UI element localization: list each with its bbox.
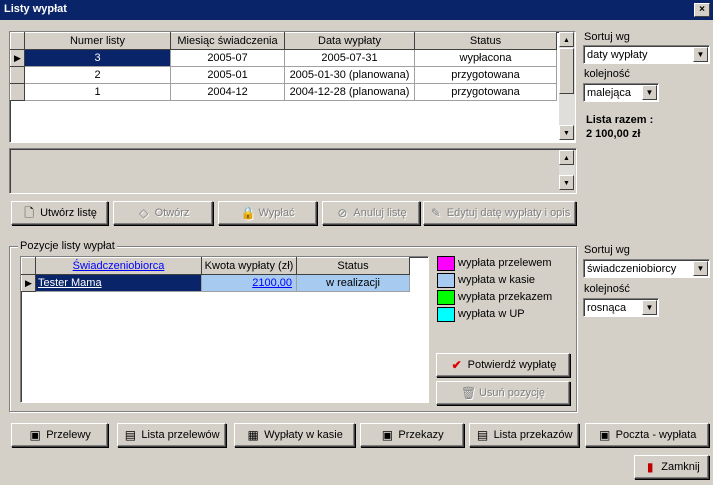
legend-swatch-money-order [437, 290, 455, 305]
cell-list-number[interactable]: 3 [24, 49, 171, 67]
list-icon: ▤ [476, 428, 489, 442]
col-header-list-number[interactable]: Numer listy [24, 32, 171, 50]
sort-label: Sortuj wg [584, 244, 630, 256]
legend-label: wypłata przelewem [458, 257, 552, 269]
scroll-down-icon[interactable]: ▼ [559, 175, 574, 190]
transfer-list-button[interactable]: ▤ Lista przelewów [117, 423, 226, 447]
post-payment-button[interactable]: ▣ Poczta - wypłata [585, 423, 709, 447]
checkmark-icon: ✔ [451, 358, 462, 372]
legend-label: wypłata przekazem [458, 291, 553, 303]
chevron-down-icon[interactable]: ▼ [642, 300, 657, 315]
open-icon: ◇ [138, 206, 149, 220]
order-label: kolejność [584, 283, 630, 295]
cell-month[interactable]: 2005-01 [170, 66, 285, 84]
payroll-lists-grid[interactable]: Numer listy Miesiąc świadczenia Data wyp… [9, 31, 576, 143]
trash-icon: 🗑 [460, 386, 477, 400]
total-label: Lista razem : [586, 114, 654, 126]
new-document-icon: 🗋 [24, 206, 34, 220]
window-title: Listy wypłat [4, 3, 67, 15]
monitor-icon: ▣ [29, 428, 41, 442]
pay-button[interactable]: 🔒 Wypłać [218, 201, 317, 225]
row-pointer-icon: ▶ [10, 49, 25, 67]
col-header-status[interactable]: Status [296, 257, 410, 275]
money-orders-button[interactable]: ▣ Przekazy [360, 423, 464, 447]
legend-swatch-cash [437, 273, 455, 288]
cell-list-number[interactable]: 1 [24, 83, 171, 101]
table-row[interactable]: ▶ Tester Mama 2100,00 w realizacji [21, 274, 410, 292]
positions-group-title: Pozycje listy wypłat [18, 240, 117, 252]
chevron-down-icon[interactable]: ▼ [693, 47, 708, 62]
cell-list-number[interactable]: 2 [24, 66, 171, 84]
scroll-thumb[interactable] [559, 48, 574, 94]
transfers-button[interactable]: ▣ Przelewy [11, 423, 108, 447]
cell-date[interactable]: 2004-12-28 (planowana) [284, 83, 415, 101]
close-button[interactable]: ▮ Zamknij [634, 455, 709, 479]
positions-order-select[interactable]: rosnąca ▼ [583, 298, 659, 317]
sort-label: Sortuj wg [584, 31, 630, 43]
legend-label: wypłata w UP [458, 308, 525, 320]
scroll-up-icon[interactable]: ▲ [559, 150, 574, 165]
scroll-up-icon[interactable]: ▲ [559, 32, 574, 47]
cell-month[interactable]: 2004-12 [170, 83, 285, 101]
cell-status[interactable]: przygotowana [414, 66, 557, 84]
legend-swatch-post-office [437, 307, 455, 322]
order-label: kolejność [584, 68, 630, 80]
positions-sort-select[interactable]: świadczeniobiorcy ▼ [583, 259, 710, 278]
col-header-beneficiary[interactable]: Świadczeniobiorca [35, 257, 202, 275]
money-order-list-button[interactable]: ▤ Lista przekazów [469, 423, 579, 447]
legend-swatch-transfer [437, 256, 455, 271]
confirm-payment-button[interactable]: ✔ Potwierdź wypłatę [436, 353, 570, 377]
cancel-icon: ⊘ [337, 206, 348, 220]
description-scrollbar[interactable]: ▲ ▼ [559, 150, 575, 190]
cell-beneficiary[interactable]: Tester Mama [35, 274, 202, 292]
table-row[interactable]: 2 2005-01 2005-01-30 (planowana) przygot… [10, 66, 557, 84]
cash-register-icon: ▦ [247, 428, 259, 442]
create-list-button[interactable]: 🗋 Utwórz listę [11, 201, 108, 225]
table-row[interactable]: ▶ 3 2005-07 2005-07-31 wypłacona [10, 49, 557, 67]
cell-amount[interactable]: 2100,00 [201, 274, 297, 292]
cash-payments-button[interactable]: ▦ Wypłaty w kasie [234, 423, 355, 447]
cell-month[interactable]: 2005-07 [170, 49, 285, 67]
grid-scrollbar[interactable]: ▲ ▼ [559, 32, 575, 140]
cell-status[interactable]: w realizacji [296, 274, 410, 292]
title-bar: Listy wypłat × [0, 0, 713, 20]
close-icon[interactable]: × [694, 3, 710, 17]
col-header-month[interactable]: Miesiąc świadczenia [170, 32, 285, 50]
total-value: 2 100,00 zł [586, 128, 641, 140]
list-icon: ▤ [124, 428, 137, 442]
chevron-down-icon[interactable]: ▼ [693, 261, 708, 276]
lock-icon: 🔒 [240, 206, 256, 220]
edit-icon: ✎ [430, 206, 441, 220]
cancel-list-button[interactable]: ⊘ Anuluj listę [322, 201, 420, 225]
cell-status[interactable]: przygotowana [414, 83, 557, 101]
order-select[interactable]: malejąca ▼ [583, 83, 659, 102]
monitor-icon: ▣ [381, 428, 394, 442]
cell-status[interactable]: wypłacona [414, 49, 557, 67]
door-icon: ▮ [646, 460, 654, 474]
monitor-icon: ▣ [598, 428, 611, 442]
col-header-payment-date[interactable]: Data wypłaty [284, 32, 415, 50]
list-description-box[interactable]: ▲ ▼ [9, 148, 577, 194]
row-pointer-icon: ▶ [21, 274, 36, 292]
col-header-status[interactable]: Status [414, 32, 557, 50]
positions-grid[interactable]: Świadczeniobiorca Kwota wypłaty (zł) Sta… [20, 256, 429, 403]
table-row[interactable]: 1 2004-12 2004-12-28 (planowana) przygot… [10, 83, 557, 101]
open-list-button[interactable]: ◇ Otwórz [113, 201, 213, 225]
cell-date[interactable]: 2005-01-30 (planowana) [284, 66, 415, 84]
remove-position-button[interactable]: 🗑 Usuń pozycję [436, 381, 570, 405]
chevron-down-icon[interactable]: ▼ [642, 85, 657, 100]
sort-by-select[interactable]: daty wypłaty ▼ [583, 45, 710, 64]
scroll-down-icon[interactable]: ▼ [559, 125, 574, 140]
legend-label: wypłata w kasie [458, 274, 536, 286]
cell-date[interactable]: 2005-07-31 [284, 49, 415, 67]
edit-date-button[interactable]: ✎ Edytuj datę wypłaty i opis [423, 201, 576, 225]
col-header-amount[interactable]: Kwota wypłaty (zł) [201, 257, 297, 275]
